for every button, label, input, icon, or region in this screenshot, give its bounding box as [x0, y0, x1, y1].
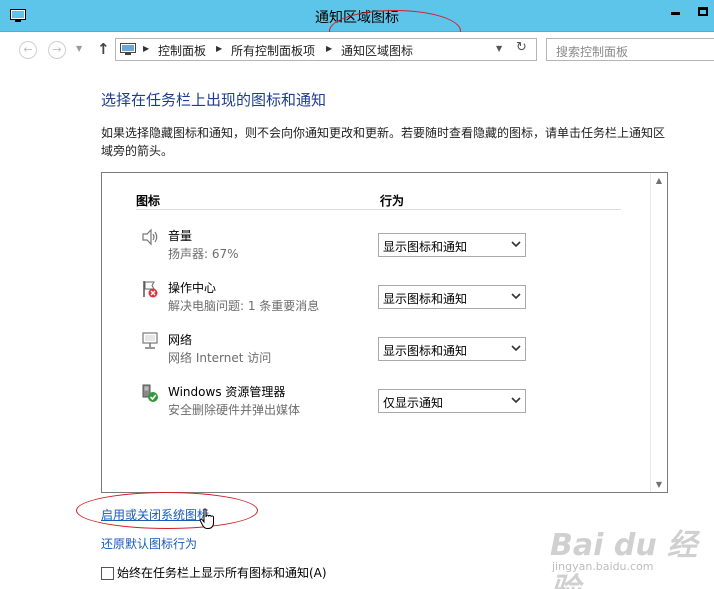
address-bar[interactable]: ▶ 控制面板 ▶ 所有控制面板项 ▶ 通知区域图标 ▼ ↻ — [115, 38, 537, 61]
safely-remove-hardware-icon — [142, 384, 158, 402]
scroll-up-icon[interactable]: ▲ — [651, 176, 667, 185]
page-description: 如果选择隐藏图标和通知，则不会向你通知更改和更新。若要随时查看隐藏的图标，请单击… — [101, 126, 666, 158]
column-header-icon: 图标 — [136, 194, 161, 208]
back-arrow-icon[interactable]: ← — [19, 41, 37, 59]
refresh-icon[interactable]: ↻ — [516, 40, 527, 55]
address-history-dropdown-icon[interactable]: ▼ — [496, 44, 502, 53]
control-panel-icon — [120, 43, 136, 55]
minimize-icon — [671, 11, 680, 15]
breadcrumb-item-current[interactable]: 通知区域图标 — [341, 42, 413, 59]
item-status: 网络 Internet 访问 — [168, 351, 272, 365]
item-status: 安全删除硬件并弹出媒体 — [168, 403, 301, 417]
watermark: Bai du 经验 jingyan.baidu.com — [540, 520, 710, 589]
behavior-select-value: 显示图标和通知 — [383, 292, 468, 306]
behavior-select-value: 显示图标和通知 — [383, 240, 468, 254]
header-divider — [136, 209, 621, 210]
speaker-icon — [142, 228, 158, 246]
breadcrumb-item[interactable]: 所有控制面板项 — [231, 42, 315, 59]
list-item: 音量 扬声器: 67% 显示图标和通知 — [102, 225, 642, 269]
restore-default-link[interactable]: 还原默认图标行为 — [101, 535, 197, 552]
notification-icons-list: 图标 行为 音量 扬声器: 67% 显示图标和通知 操作中心 解决电脑问题: 1… — [101, 172, 668, 493]
behavior-select[interactable]: 显示图标和通知 — [378, 337, 526, 361]
show-all-icons-checkbox[interactable] — [101, 567, 114, 580]
column-header-behavior: 行为 — [380, 194, 405, 208]
watermark-url: jingyan.baidu.com — [552, 560, 654, 573]
hand-pointer-cursor-icon — [199, 508, 214, 529]
breadcrumb-separator-icon: ▶ — [143, 44, 150, 53]
chevron-down-icon — [511, 345, 521, 352]
scroll-down-icon[interactable]: ▼ — [651, 480, 667, 489]
chevron-down-icon — [511, 397, 521, 404]
chevron-down-icon — [511, 293, 521, 300]
item-name: 网络 — [168, 333, 193, 347]
search-placeholder: 搜索控制面板 — [556, 45, 629, 59]
vertical-scrollbar[interactable]: ▲ ▼ — [650, 173, 667, 492]
forward-arrow-icon[interactable]: → — [48, 41, 66, 59]
item-status: 扬声器: 67% — [168, 247, 239, 261]
breadcrumb-separator-icon: ▶ — [326, 44, 333, 53]
behavior-select-value: 仅显示通知 — [383, 396, 444, 410]
watermark-logo: Bai du 经验 — [550, 528, 698, 589]
item-name: 音量 — [168, 229, 193, 243]
behavior-select[interactable]: 仅显示通知 — [378, 389, 526, 413]
behavior-select[interactable]: 显示图标和通知 — [378, 285, 526, 309]
minimize-button[interactable] — [662, 0, 689, 22]
search-input[interactable]: 搜索控制面板 — [546, 38, 714, 61]
breadcrumb-item[interactable]: 控制面板 — [158, 42, 206, 59]
item-name: 操作中心 — [168, 281, 217, 295]
breadcrumb-separator-icon: ▶ — [216, 44, 223, 53]
item-name: Windows 资源管理器 — [168, 385, 286, 399]
list-item: Windows 资源管理器 安全删除硬件并弹出媒体 仅显示通知 — [102, 381, 642, 425]
annotation-ellipse-link — [76, 492, 258, 529]
chevron-down-icon — [511, 241, 521, 248]
recent-locations-dropdown-icon[interactable]: ▼ — [76, 44, 82, 53]
show-all-icons-label[interactable]: 始终在任务栏上显示所有图标和通知(A) — [117, 564, 327, 581]
maximize-button[interactable] — [689, 0, 714, 22]
up-arrow-icon[interactable]: ↑ — [97, 40, 110, 58]
behavior-select[interactable]: 显示图标和通知 — [378, 233, 526, 257]
behavior-select-value: 显示图标和通知 — [383, 344, 468, 358]
item-status: 解决电脑问题: 1 条重要消息 — [168, 299, 320, 313]
list-item: 网络 网络 Internet 访问 显示图标和通知 — [102, 329, 642, 373]
action-center-flag-icon — [143, 281, 158, 298]
maximize-icon — [697, 6, 708, 16]
network-icon — [142, 332, 158, 349]
navigation-bar: ← → ▼ ↑ ▶ 控制面板 ▶ 所有控制面板项 ▶ 通知区域图标 ▼ ↻ 搜索… — [0, 32, 714, 68]
page-title: 选择在任务栏上出现的图标和通知 — [101, 91, 327, 109]
list-item: 操作中心 解决电脑问题: 1 条重要消息 显示图标和通知 — [102, 277, 642, 321]
